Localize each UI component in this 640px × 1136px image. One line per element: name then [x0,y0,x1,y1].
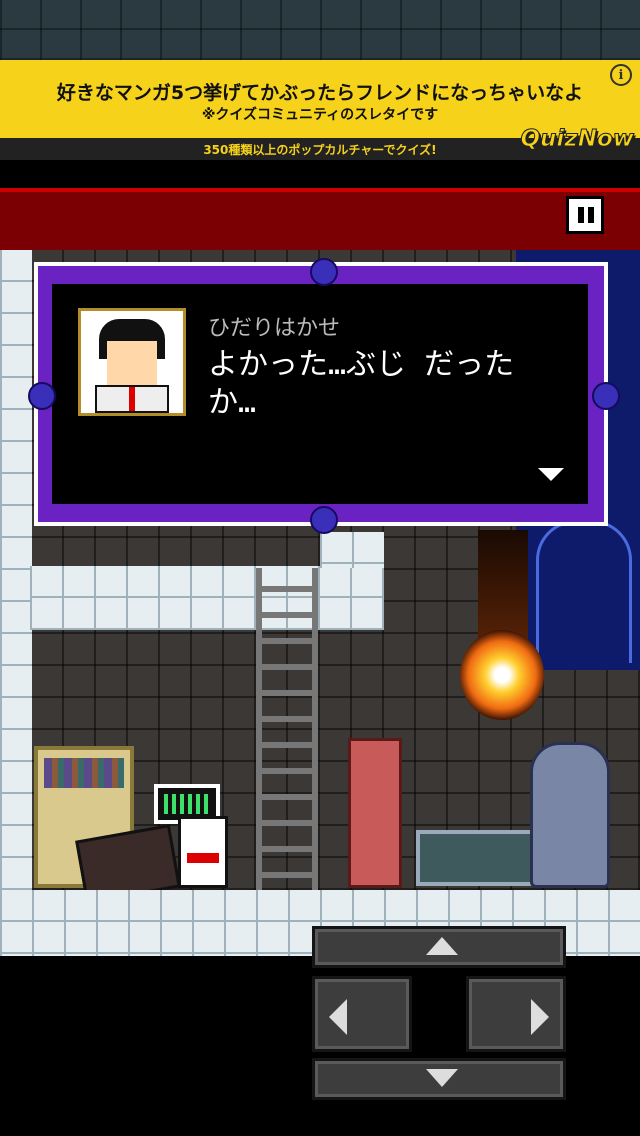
speaker-portrait [78,308,186,416]
upper-ledge [30,566,384,630]
microscope-device [530,742,610,888]
speaker-name: ひだりはかせ [208,316,341,341]
ad-brand-logo[interactable]: QuizNow [520,126,634,153]
top-background-strip [0,0,640,60]
game-header-bar [0,188,640,254]
dpad-down-button[interactable] [312,1058,566,1100]
arrow-right-icon [531,999,549,1035]
frame-stud [310,506,338,534]
ledge-pillar [320,532,384,568]
dialog-message-line: よかった…ぶじ だった [208,347,515,382]
frame-stud [592,382,620,410]
dpad-right-button[interactable] [466,976,566,1052]
ad-headline: 好きなマンガ5つ挙げてかぶったらフレンドになっちゃいなよ [56,82,584,104]
dialog-message: よかった…ぶじ だった か… [208,346,548,422]
ladder [256,568,318,898]
ad-subline: ※クイズコミュニティのスレタイです [201,107,439,123]
dpad-up-button[interactable] [312,926,566,968]
frame-stud [28,382,56,410]
dpad-left-button[interactable] [312,976,412,1052]
red-robot-arm [348,738,402,888]
frame-stud [310,258,338,286]
left-wall [0,250,32,956]
arrow-down-icon [426,1069,458,1087]
fireball [460,630,544,720]
pause-button[interactable] [566,196,604,234]
player-cat-hero [178,816,228,888]
lab-machine [416,830,540,886]
dialog-message-line: か… [208,385,257,420]
dpad-controller [308,926,570,1102]
triangle-down-icon[interactable] [538,468,564,481]
info-icon[interactable]: i [610,64,632,86]
arrow-up-icon [426,937,458,955]
arrow-left-icon [329,999,347,1035]
